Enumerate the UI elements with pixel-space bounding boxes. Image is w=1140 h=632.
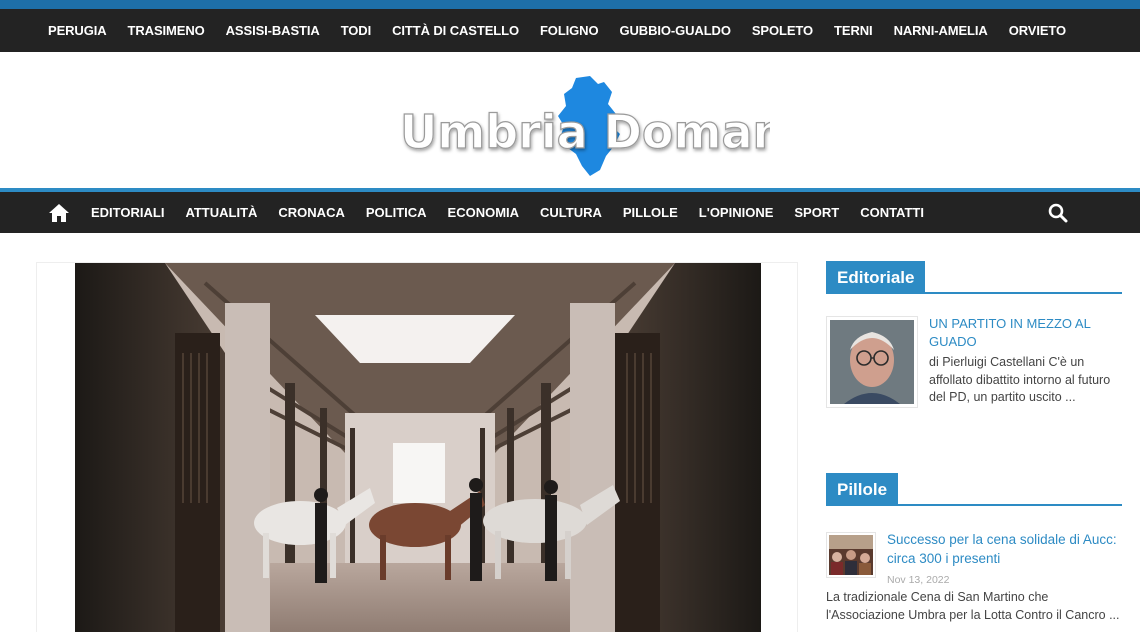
editoriale-heading: Editoriale bbox=[826, 261, 926, 294]
logo-text: Umbria Domani bbox=[400, 105, 770, 159]
top-nav-item-terni[interactable]: TERNI bbox=[834, 23, 873, 38]
top-nav-item-perugia[interactable]: PERUGIA bbox=[48, 23, 107, 38]
pillole-widget: Pillole Successo per la cena solidale di… bbox=[826, 470, 1122, 632]
umbria-domani-logo-graphic: Umbria Domani bbox=[399, 76, 770, 176]
main-nav-item-cronaca[interactable]: CRONACA bbox=[278, 205, 344, 220]
main-nav-item-cultura[interactable]: CULTURA bbox=[540, 205, 602, 220]
pillole-article-card: Successo per la cena solidale di Aucc: c… bbox=[826, 530, 1122, 632]
top-nav-item-citta-di-castello[interactable]: CITTÀ DI CASTELLO bbox=[392, 23, 519, 38]
site-header: Umbria Domani bbox=[0, 52, 1140, 188]
featured-image[interactable] bbox=[75, 263, 761, 632]
pillole-heading: Pillole bbox=[826, 473, 899, 506]
top-region-nav: PERUGIA TRASIMENO ASSISI-BASTIA TODI CIT… bbox=[0, 0, 1140, 52]
top-nav-item-todi[interactable]: TODI bbox=[341, 23, 372, 38]
site-logo[interactable]: Umbria Domani bbox=[398, 74, 770, 178]
pillole-article-excerpt: La tradizionale Cena di San Martino che … bbox=[826, 590, 1120, 622]
main-nav-item-contatti[interactable]: CONTATTI bbox=[860, 205, 924, 220]
editoriale-widget-header: Editoriale bbox=[826, 258, 1122, 294]
pillole-article-title[interactable]: Successo per la cena solidale di Aucc: c… bbox=[887, 530, 1117, 568]
editoriale-article-card: UN PARTITO IN MEZZO AL GUADO di Pierluig… bbox=[826, 316, 1122, 408]
main-nav-item-editoriali[interactable]: EDITORIALI bbox=[91, 205, 164, 220]
pillole-widget-header: Pillole bbox=[826, 470, 1122, 506]
main-nav-item-attualita[interactable]: ATTUALITÀ bbox=[185, 205, 257, 220]
top-nav-item-orvieto[interactable]: ORVIETO bbox=[1009, 23, 1066, 38]
top-nav-item-foligno[interactable]: FOLIGNO bbox=[540, 23, 599, 38]
editoriale-thumbnail[interactable] bbox=[826, 316, 918, 408]
sidebar: Editoriale UN PARTITO IN MEZZO AL GUADO … bbox=[826, 258, 1122, 632]
dinner-event-photo bbox=[829, 535, 873, 575]
top-nav-item-trasimeno[interactable]: TRASIMENO bbox=[128, 23, 205, 38]
main-nav-list: EDITORIALI ATTUALITÀ CRONACA POLITICA EC… bbox=[0, 192, 1140, 233]
top-region-nav-list: PERUGIA TRASIMENO ASSISI-BASTIA TODI CIT… bbox=[0, 9, 1140, 52]
main-nav-item-economia[interactable]: ECONOMIA bbox=[448, 205, 520, 220]
author-portrait-photo bbox=[830, 320, 914, 404]
pillole-article-date: Nov 13, 2022 bbox=[887, 574, 950, 586]
editoriale-article-excerpt: di Pierluigi Castellani C'è un affollato… bbox=[929, 355, 1111, 404]
main-nav-item-opinione[interactable]: L'OPINIONE bbox=[699, 205, 774, 220]
top-nav-item-gubbio-gualdo[interactable]: GUBBIO-GUALDO bbox=[620, 23, 731, 38]
editoriale-widget: Editoriale UN PARTITO IN MEZZO AL GUADO … bbox=[826, 258, 1122, 408]
search-icon[interactable] bbox=[1048, 203, 1068, 223]
top-nav-item-narni-amelia[interactable]: NARNI-AMELIA bbox=[894, 23, 988, 38]
featured-article bbox=[36, 262, 798, 632]
main-nav-item-politica[interactable]: POLITICA bbox=[366, 205, 427, 220]
editoriale-article-title[interactable]: UN PARTITO IN MEZZO AL GUADO bbox=[929, 315, 1119, 351]
home-icon[interactable] bbox=[48, 203, 70, 223]
main-nav-item-sport[interactable]: SPORT bbox=[794, 205, 839, 220]
stable-horses-photo bbox=[75, 263, 761, 632]
top-nav-item-assisi-bastia[interactable]: ASSISI-BASTIA bbox=[226, 23, 320, 38]
pillole-thumbnail[interactable] bbox=[826, 532, 876, 578]
main-nav-item-pillole[interactable]: PILLOLE bbox=[623, 205, 678, 220]
main-nav: EDITORIALI ATTUALITÀ CRONACA POLITICA EC… bbox=[0, 188, 1140, 233]
top-nav-item-spoleto[interactable]: SPOLETO bbox=[752, 23, 813, 38]
